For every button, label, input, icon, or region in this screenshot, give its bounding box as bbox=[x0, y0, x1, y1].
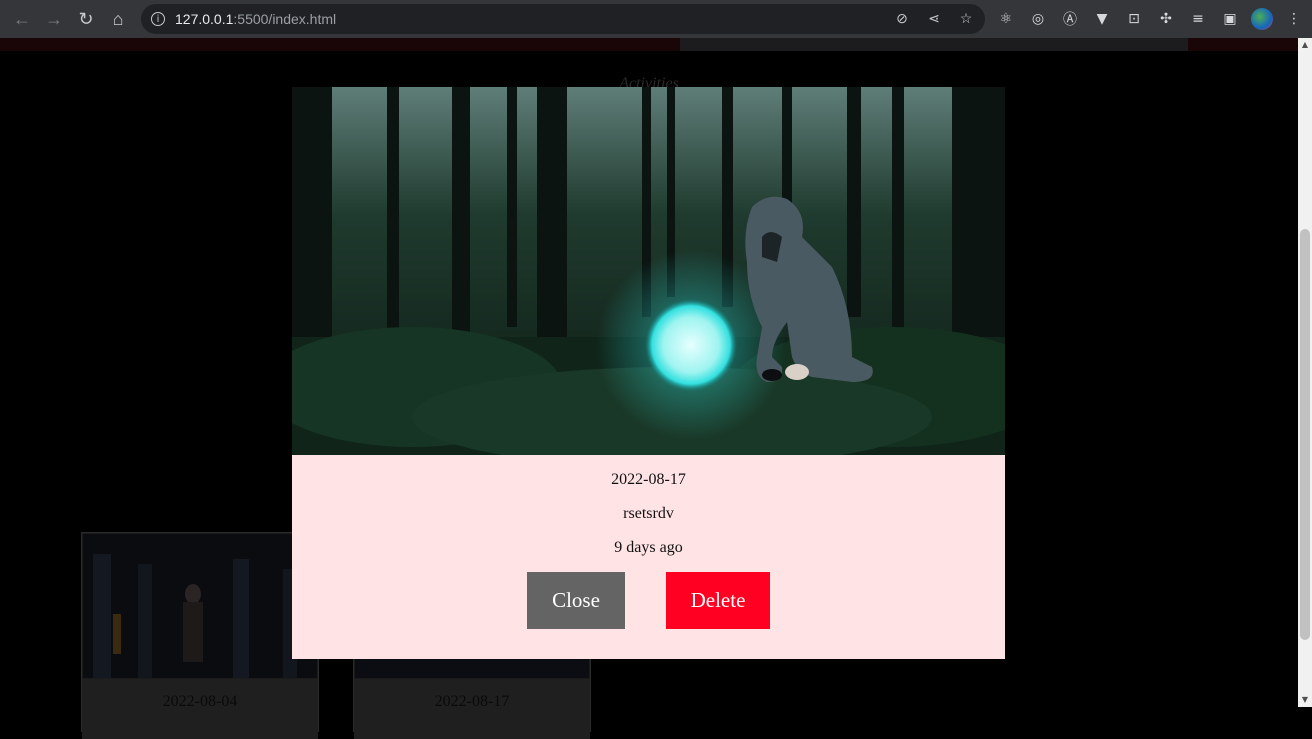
scroll-down-icon[interactable]: ▼ bbox=[1298, 694, 1312, 706]
activity-detail-modal: 2022-08-17 rsetsrdv 9 days ago Close Del… bbox=[292, 87, 1005, 659]
inspect-extension-icon[interactable]: ⊡ bbox=[1118, 4, 1150, 34]
delete-button[interactable]: Delete bbox=[666, 572, 770, 629]
bookmark-star-icon[interactable]: ☆ bbox=[957, 9, 975, 27]
modal-relative-time: 9 days ago bbox=[614, 539, 683, 556]
share-icon[interactable]: ⋖ bbox=[925, 9, 943, 27]
page-header-strip-center bbox=[680, 38, 1188, 51]
avatar-globe-icon bbox=[1251, 8, 1273, 30]
card-date: 2022-08-17 bbox=[434, 693, 510, 710]
vue-extension-icon[interactable]: ▼ bbox=[1086, 4, 1118, 34]
scroll-up-icon[interactable]: ▲ bbox=[1298, 39, 1312, 51]
profile-avatar[interactable] bbox=[1246, 4, 1278, 34]
a-extension-icon[interactable]: Ⓐ bbox=[1054, 4, 1086, 34]
page-header-strip-right bbox=[1188, 38, 1298, 51]
forward-arrow-icon[interactable]: → bbox=[38, 3, 70, 35]
activity-card[interactable]: 2022-08-04 bbox=[81, 532, 319, 739]
url-path: :5500/index.html bbox=[233, 11, 337, 27]
close-button[interactable]: Close bbox=[527, 572, 625, 629]
card-date: 2022-08-04 bbox=[162, 693, 238, 710]
card-thumbnail bbox=[83, 534, 317, 678]
address-bar[interactable]: i 127.0.0.1:5500/index.html ⊘ ⋖ ☆ bbox=[141, 4, 985, 34]
site-info-icon[interactable]: i bbox=[151, 12, 165, 26]
url-host: 127.0.0.1 bbox=[175, 11, 234, 27]
activity-image bbox=[292, 87, 1005, 455]
target-extension-icon[interactable]: ◎ bbox=[1022, 4, 1054, 34]
browser-toolbar: ← → ↻ ⌂ i 127.0.0.1:5500/index.html ⊘ ⋖ … bbox=[0, 0, 1312, 38]
reload-icon[interactable]: ↻ bbox=[70, 3, 102, 35]
menu-kebab-icon[interactable]: ⋮ bbox=[1278, 4, 1310, 34]
scrollbar-thumb[interactable] bbox=[1300, 229, 1310, 640]
side-panel-icon[interactable]: ▣ bbox=[1214, 4, 1246, 34]
reading-list-icon[interactable]: ≡ bbox=[1182, 4, 1214, 34]
modal-title: rsetsrdv bbox=[623, 505, 674, 522]
back-arrow-icon[interactable]: ← bbox=[6, 3, 38, 35]
extensions-puzzle-icon[interactable]: ✣ bbox=[1150, 4, 1182, 34]
react-devtools-icon[interactable]: ⚛ bbox=[990, 4, 1022, 34]
modal-date: 2022-08-17 bbox=[611, 471, 686, 488]
home-icon[interactable]: ⌂ bbox=[102, 3, 134, 35]
page-header-strip bbox=[0, 38, 680, 51]
url-text: 127.0.0.1:5500/index.html bbox=[175, 11, 336, 27]
tracking-eye-icon[interactable]: ⊘ bbox=[893, 9, 911, 27]
